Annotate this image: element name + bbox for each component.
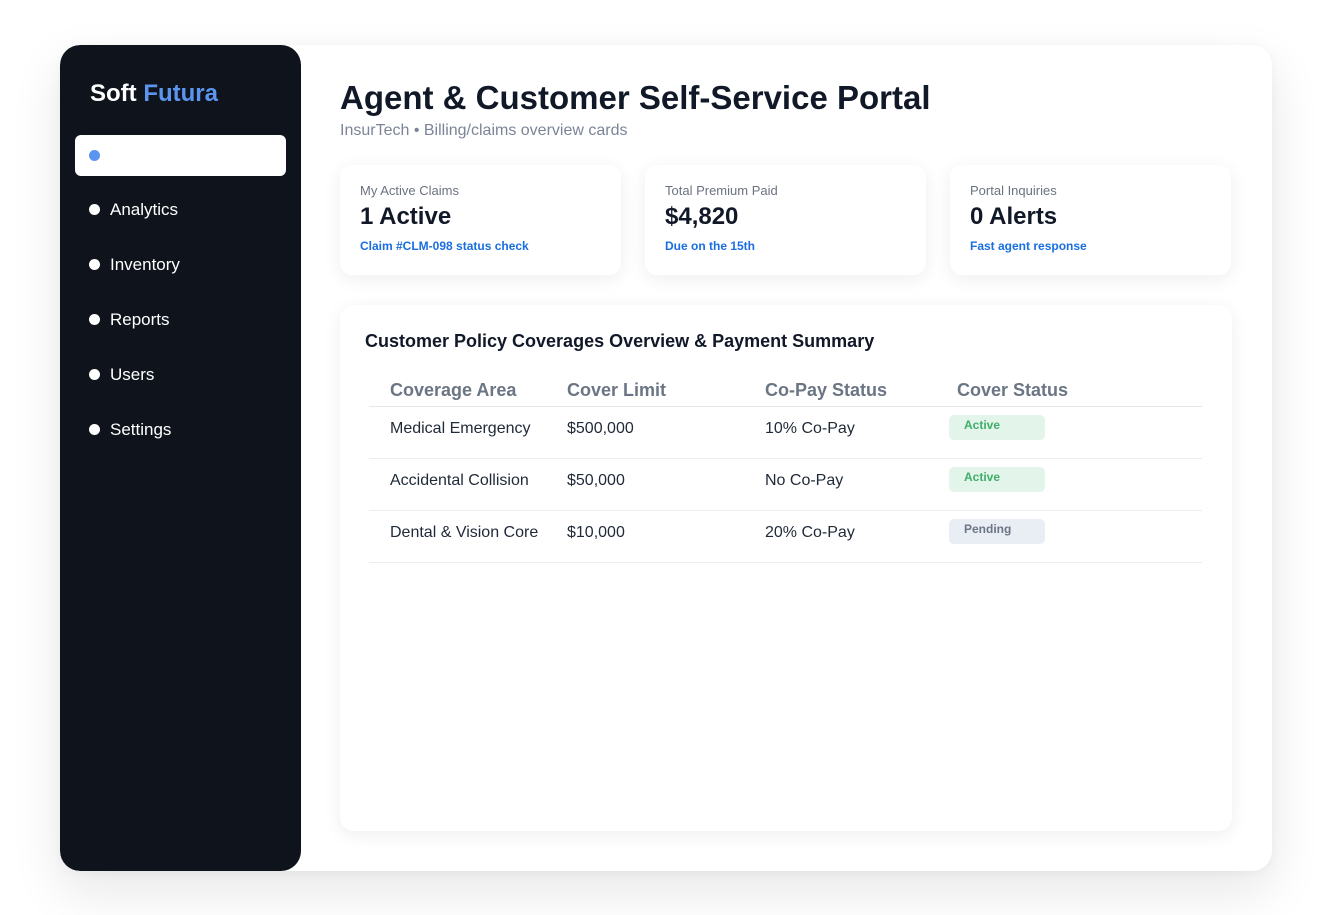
cell-coverage-area: Medical Emergency [390,420,531,437]
sidebar: Soft Futura Analytics Inventory Reports … [60,45,301,871]
cell-coverage-area: Dental & Vision Core [390,524,539,541]
column-header-copay-status: Co-Pay Status [765,380,888,400]
table-row[interactable]: Dental & Vision Core $10,000 20% Co-Pay … [369,511,1202,563]
nav-dot-icon [89,369,100,380]
card-note-link[interactable]: Claim #CLM-098 status check [360,239,601,253]
status-badge: Active [949,415,1045,440]
sidebar-item-label: Inventory [110,254,180,274]
sidebar-item-active[interactable] [75,135,286,176]
sidebar-item-reports[interactable]: Reports [75,299,286,340]
nav-dot-icon [89,424,100,435]
sidebar-item-settings[interactable]: Settings [75,409,286,450]
nav-dot-icon [89,150,100,161]
page-title: Agent & Customer Self-Service Portal [340,79,931,116]
card-label: Portal Inquiries [970,183,1057,198]
brand-name-first: Soft [90,80,137,107]
cell-coverage-area: Accidental Collision [390,472,529,489]
cell-copay-status: 20% Co-Pay [765,524,855,541]
nav-dot-icon [89,259,100,270]
card-label: Total Premium Paid [665,183,778,198]
coverage-table: Coverage Area Cover Limit Co-Pay Status … [369,375,1202,563]
brand-logo: Soft Futura [90,80,218,108]
status-badge: Pending [949,519,1045,544]
coverage-panel: Customer Policy Coverages Overview & Pay… [340,305,1232,831]
nav-dot-icon [89,204,100,215]
cell-cover-status: Active [949,459,1202,492]
table-row[interactable]: Medical Emergency $500,000 10% Co-Pay Ac… [369,407,1202,459]
page-subtitle: InsurTech • Billing/claims overview card… [340,122,628,139]
stat-card-claims: My Active Claims 1 Active Claim #CLM-098… [340,165,621,275]
cell-cover-status: Pending [949,511,1202,544]
card-value: 1 Active [360,203,452,230]
sidebar-item-inventory[interactable]: Inventory [75,244,286,285]
card-label: My Active Claims [360,183,459,198]
column-header-cover-status: Cover Status [957,380,1069,400]
sidebar-item-analytics[interactable]: Analytics [75,189,286,230]
main-content: Agent & Customer Self-Service Portal Ins… [340,45,1272,871]
column-header-cover-limit: Cover Limit [567,380,667,400]
card-value: 0 Alerts [970,203,1058,230]
sidebar-item-label: Settings [110,419,172,439]
cell-copay-status: No Co-Pay [765,472,844,489]
card-note-link[interactable]: Due on the 15th [665,239,906,253]
app-window: Soft Futura Analytics Inventory Reports … [60,45,1272,871]
table-header: Coverage Area Cover Limit Co-Pay Status … [369,375,1202,407]
cell-copay-status: 10% Co-Pay [765,420,855,437]
sidebar-item-users[interactable]: Users [75,354,286,395]
nav-dot-icon [89,314,100,325]
card-value: $4,820 [665,203,739,230]
brand-name-second: Futura [143,80,218,107]
table-row[interactable]: Accidental Collision $50,000 No Co-Pay A… [369,459,1202,511]
sidebar-item-label: Reports [110,309,170,329]
column-header-coverage-area: Coverage Area [390,380,517,400]
sidebar-item-label: Analytics [110,199,179,219]
status-badge: Active [949,467,1045,492]
sidebar-item-label: Users [110,364,155,384]
cell-cover-status: Active [949,407,1202,440]
card-note-link[interactable]: Fast agent response [970,239,1211,253]
cell-cover-limit: $50,000 [567,472,625,489]
cell-cover-limit: $10,000 [567,524,625,541]
stat-card-inquiries: Portal Inquiries 0 Alerts Fast agent res… [950,165,1231,275]
panel-title: Customer Policy Coverages Overview & Pay… [365,331,875,351]
cell-cover-limit: $500,000 [567,420,634,437]
stat-card-premium: Total Premium Paid $4,820 Due on the 15t… [645,165,926,275]
